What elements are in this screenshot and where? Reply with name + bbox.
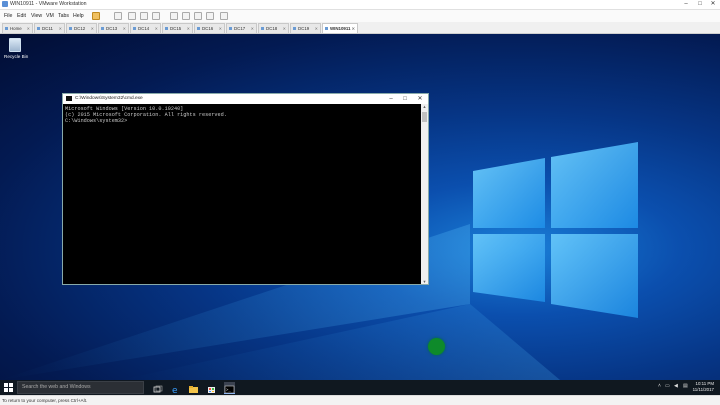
- tab-dc13[interactable]: DC13 ✕: [98, 23, 129, 33]
- close-icon[interactable]: ✕: [59, 24, 62, 33]
- console-output[interactable]: Microsoft Windows [Version 10.0.10240] (…: [65, 106, 420, 284]
- recycle-bin-icon: [9, 38, 21, 52]
- close-icon[interactable]: ✕: [27, 24, 30, 33]
- vmware-app-icon: [2, 1, 8, 7]
- cmd-window[interactable]: C:\Windows\System32\cmd.exe – □ ✕ Micros…: [62, 93, 429, 285]
- cmd-close-button[interactable]: ✕: [413, 94, 427, 104]
- vm-tab-bar: Home ✕ DC11 ✕ DC12 ✕ DC13 ✕ DC14 ✕ DC15 ✕ DC16…: [0, 22, 720, 34]
- close-icon[interactable]: ✕: [219, 24, 222, 33]
- tab-label: DC17: [234, 26, 246, 31]
- menu-vm[interactable]: VM: [46, 13, 54, 19]
- menu-edit[interactable]: Edit: [17, 13, 26, 19]
- tab-dc17[interactable]: DC17 ✕: [226, 23, 257, 33]
- tab-home[interactable]: Home ✕: [2, 23, 33, 33]
- console-prompt: C:\Windows\system32>: [65, 118, 128, 125]
- tab-label: DC11: [42, 26, 53, 31]
- tab-label: Home: [10, 26, 22, 31]
- menu-help[interactable]: Help: [73, 13, 84, 19]
- tab-label: WIN10911: [330, 26, 351, 31]
- revert-snapshot-icon[interactable]: [140, 12, 148, 20]
- close-icon[interactable]: ✕: [187, 24, 190, 33]
- scroll-up-icon[interactable]: ▲: [421, 104, 428, 109]
- close-icon[interactable]: ✕: [155, 24, 158, 33]
- close-icon[interactable]: ✕: [283, 24, 286, 33]
- file-explorer-icon[interactable]: [188, 382, 199, 393]
- close-icon[interactable]: ✕: [251, 24, 254, 33]
- full-screen-icon[interactable]: [206, 12, 214, 20]
- thumbnail-icon[interactable]: [182, 12, 190, 20]
- tab-win10911[interactable]: WIN10911 ✕: [322, 23, 358, 33]
- tab-label: DC15: [170, 26, 182, 31]
- recycle-bin[interactable]: Recycle Bin: [4, 38, 29, 59]
- menu-file[interactable]: File: [4, 13, 12, 19]
- tab-label: DC14: [138, 26, 150, 31]
- snapshot-icon[interactable]: [128, 12, 136, 20]
- tab-label: DC18: [266, 26, 278, 31]
- recycle-bin-label: Recycle Bin: [4, 54, 29, 59]
- close-icon[interactable]: ✕: [315, 24, 318, 33]
- store-icon[interactable]: [206, 382, 217, 393]
- close-button[interactable]: ✕: [707, 0, 719, 9]
- minimize-button[interactable]: –: [680, 0, 692, 9]
- tab-label: DC13: [106, 26, 118, 31]
- menu-bar: File Edit View VM Tabs Help: [0, 10, 720, 22]
- tab-dc11[interactable]: DC11 ✕: [34, 23, 65, 33]
- scroll-down-icon[interactable]: ▼: [421, 279, 428, 284]
- tray-chevron-icon[interactable]: ˄: [658, 383, 661, 389]
- window-title: WIN10911 - VMware Workstation: [10, 1, 87, 7]
- start-button[interactable]: [4, 383, 13, 392]
- guest-desktop[interactable]: Recycle Bin C:\Windows\System32\cmd.exe …: [0, 34, 720, 380]
- taskbar-clock[interactable]: 10:11 PM 11/11/2017: [693, 381, 714, 393]
- menu-tabs[interactable]: Tabs: [58, 13, 69, 19]
- vmware-title-bar: WIN10911 - VMware Workstation – □ ✕: [0, 0, 720, 10]
- tab-label: DC12: [74, 26, 86, 31]
- library-icon[interactable]: [170, 12, 178, 20]
- taskbar-search-box[interactable]: Search the web and Windows: [17, 381, 144, 394]
- snapshot-manager-icon[interactable]: [152, 12, 160, 20]
- cmd-icon: [66, 96, 72, 101]
- menu-view[interactable]: View: [31, 13, 42, 19]
- scroll-thumb[interactable]: [422, 112, 427, 122]
- clock-date: 11/11/2017: [692, 387, 714, 392]
- pause-icon[interactable]: [92, 12, 100, 20]
- task-view-icon[interactable]: [152, 382, 163, 393]
- volume-icon[interactable]: ◀: [674, 383, 678, 389]
- tab-dc14[interactable]: DC14 ✕: [130, 23, 161, 33]
- svg-text:>_: >_: [226, 387, 231, 392]
- close-icon[interactable]: ✕: [123, 24, 126, 33]
- cursor-highlight: [428, 338, 445, 355]
- tab-dc12[interactable]: DC12 ✕: [66, 23, 97, 33]
- cmd-taskbar-icon[interactable]: >_: [224, 382, 235, 394]
- svg-text:e: e: [172, 386, 178, 395]
- console-view-icon[interactable]: [194, 12, 202, 20]
- edge-browser-icon[interactable]: e: [170, 382, 181, 396]
- tab-dc15[interactable]: DC15 ✕: [162, 23, 193, 33]
- tab-dc16[interactable]: DC16 ✕: [194, 23, 225, 33]
- close-icon[interactable]: ✕: [352, 24, 355, 33]
- windows-taskbar: Search the web and Windows e >_ ˄ ▭ ◀ ▤ …: [0, 380, 720, 396]
- cmd-scrollbar[interactable]: ▲ ▼: [421, 104, 428, 284]
- tab-dc19[interactable]: DC19 ✕: [290, 23, 321, 33]
- unity-icon[interactable]: [220, 12, 228, 20]
- cmd-title-bar[interactable]: C:\Windows\System32\cmd.exe – □ ✕: [63, 94, 428, 104]
- cmd-title: C:\Windows\System32\cmd.exe: [75, 96, 143, 101]
- tab-dc18[interactable]: DC18 ✕: [258, 23, 289, 33]
- cmd-maximize-button[interactable]: □: [398, 94, 412, 104]
- network-icon[interactable]: ▭: [665, 383, 670, 389]
- send-ctrl-alt-del-icon[interactable]: [114, 12, 122, 20]
- tab-label: DC19: [298, 26, 310, 31]
- tab-label: DC16: [202, 26, 214, 31]
- maximize-button[interactable]: □: [694, 0, 706, 9]
- action-center-icon[interactable]: ▤: [683, 383, 688, 389]
- close-icon[interactable]: ✕: [91, 24, 94, 33]
- cmd-minimize-button[interactable]: –: [384, 94, 398, 104]
